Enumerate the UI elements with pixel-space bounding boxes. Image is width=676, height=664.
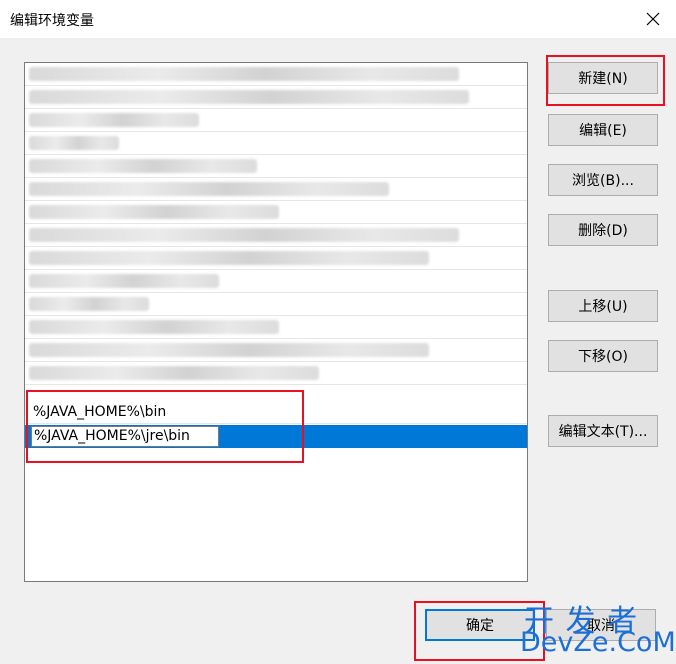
list-item[interactable] [25,270,527,293]
env-var-list[interactable]: %JAVA_HOME%\bin %JAVA_HOME%\jre\bin [24,62,528,582]
list-item[interactable]: %JAVA_HOME%\bin [25,401,527,424]
list-item[interactable] [25,224,527,247]
window-title: 编辑环境变量 [10,13,94,29]
edit-button[interactable]: 编辑(E) [548,114,658,146]
move-down-button[interactable]: 下移(O) [548,340,658,372]
list-item-edit-input[interactable]: %JAVA_HOME%\jre\bin [31,426,219,447]
list-item[interactable] [25,316,527,339]
list-item[interactable] [25,86,527,109]
delete-button[interactable]: 删除(D) [548,214,658,246]
list-item[interactable] [25,293,527,316]
list-item[interactable] [25,339,527,362]
list-item[interactable] [25,362,527,385]
list-item[interactable] [25,247,527,270]
list-item[interactable] [25,201,527,224]
list-item[interactable] [25,178,527,201]
move-up-button[interactable]: 上移(U) [548,290,658,322]
watermark-line2: DevZe.CoM [520,627,676,658]
list-item-selected[interactable]: %JAVA_HOME%\jre\bin [25,425,527,448]
ok-button[interactable]: 确定 [425,609,535,641]
list-item-text: %JAVA_HOME%\bin [33,404,167,420]
list-item[interactable] [25,132,527,155]
browse-button[interactable]: 浏览(B)... [548,164,658,196]
title-bar: 编辑环境变量 [0,0,676,38]
list-item[interactable] [25,63,527,86]
list-item[interactable] [25,155,527,178]
new-button[interactable]: 新建(N) [548,62,658,94]
list-item[interactable] [25,109,527,132]
edit-text-button[interactable]: 编辑文本(T)... [548,415,658,447]
close-icon [646,12,660,26]
close-button[interactable] [630,0,676,38]
